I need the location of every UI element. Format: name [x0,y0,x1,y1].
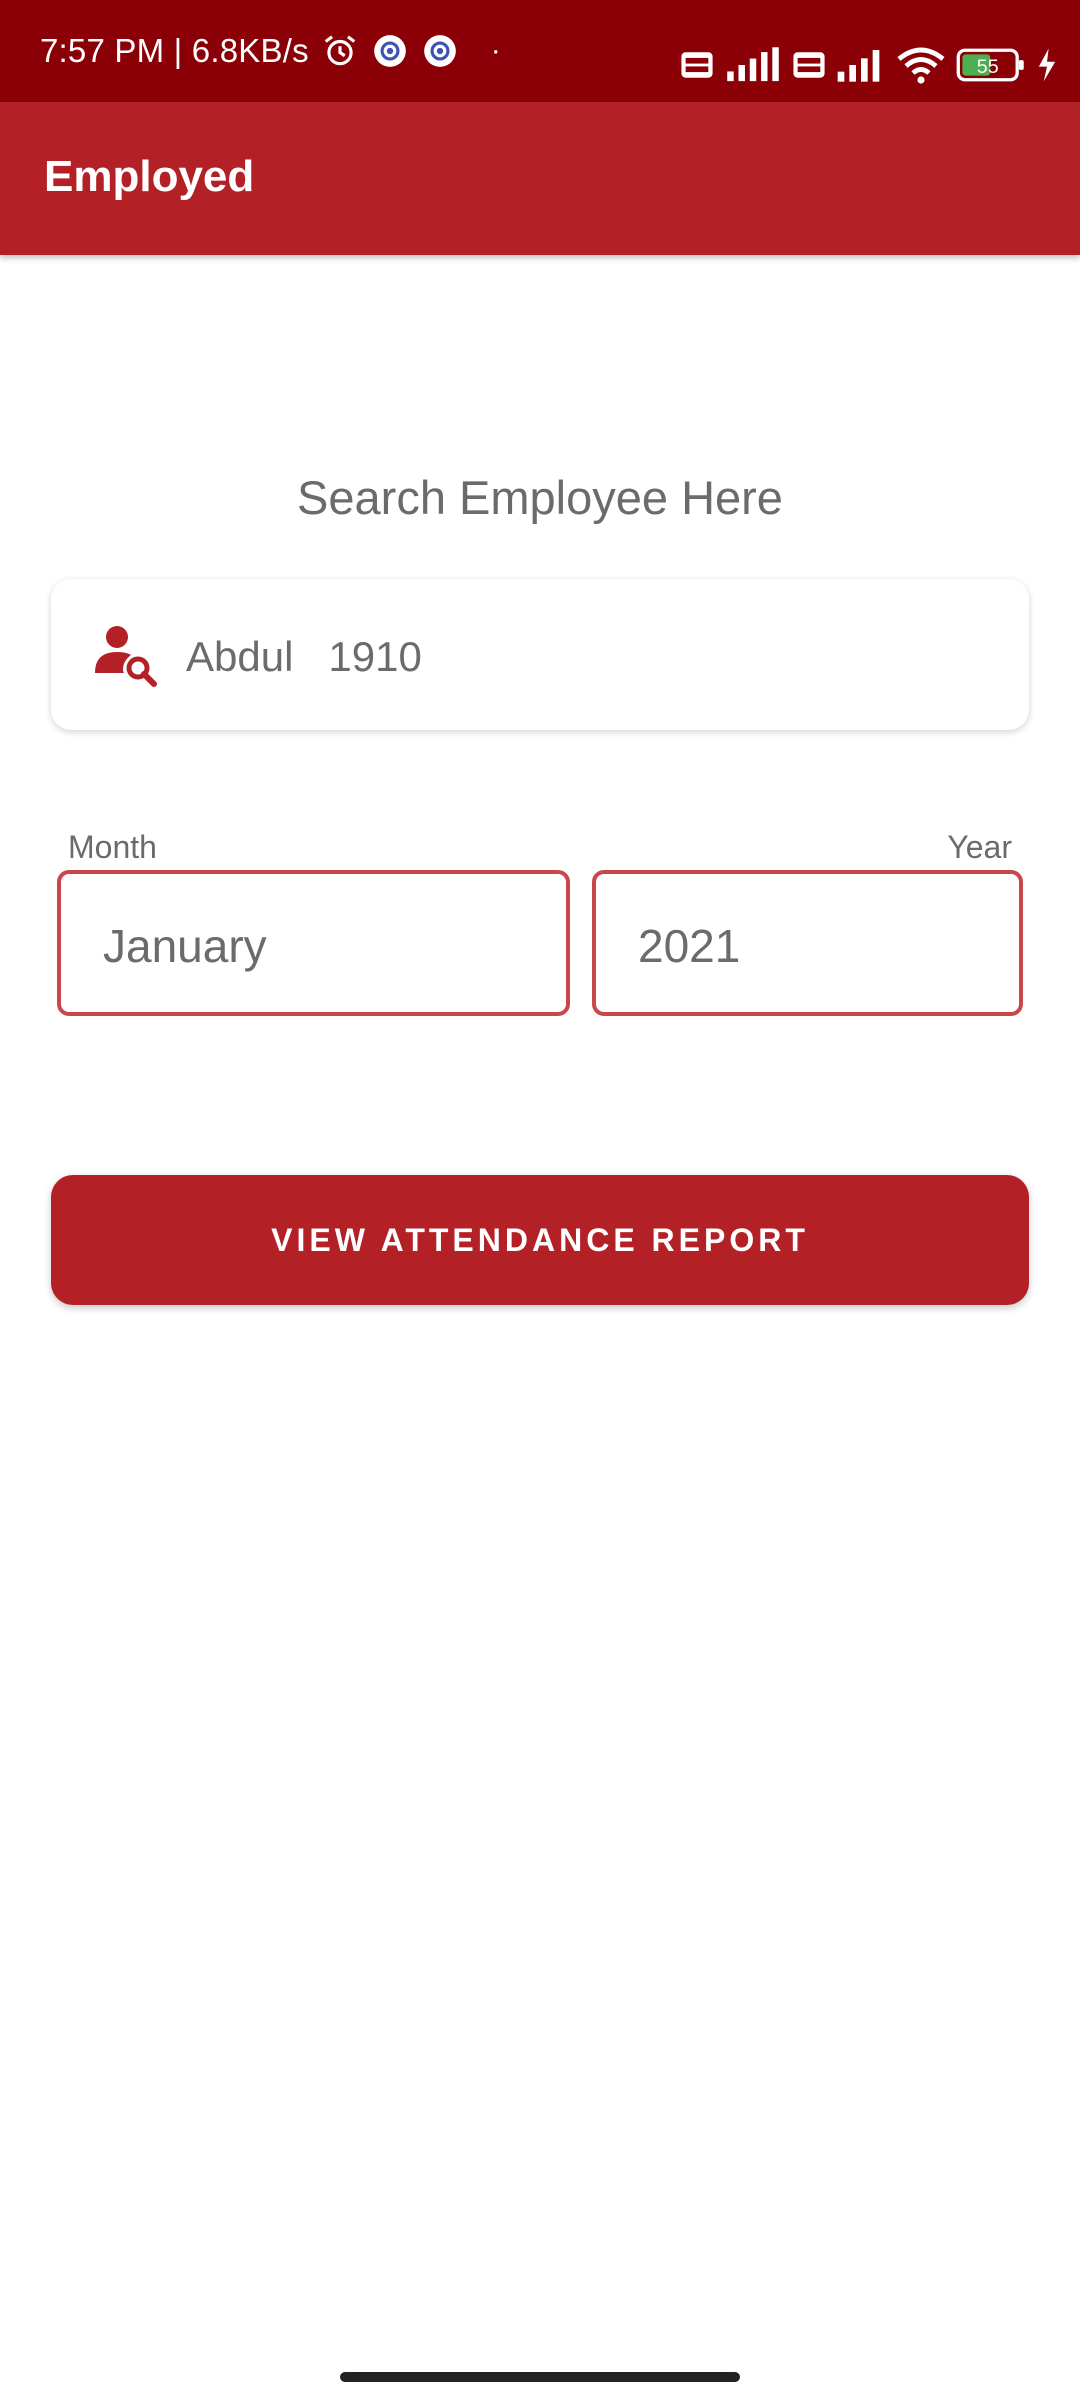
user-search-icon [93,623,159,689]
battery-level: 55 [977,56,999,78]
month-field[interactable] [57,870,570,1016]
volte-icon [681,52,713,78]
app-notification-icon [423,35,456,67]
month-input[interactable] [103,918,507,974]
month-label: Month [68,829,157,865]
status-left: 7:57 PM | 6.8KB/s · [40,0,501,115]
alarm-icon [324,35,355,66]
status-bar: 7:57 PM | 6.8KB/s · 55 [0,0,1080,102]
app-notification-icon [373,35,406,67]
employee-search-input[interactable] [186,629,966,685]
view-attendance-report-button[interactable]: VIEW ATTENDANCE REPORT [51,1175,1029,1305]
year-field[interactable] [592,870,1023,1016]
app-bar: Employed [0,102,1080,255]
status-right: 55 [680,40,1058,90]
4g-signal-icon [727,47,779,82]
battery-icon: 55 [956,48,1024,82]
status-time: 7:57 PM | 6.8KB/s [40,32,309,69]
employee-search-card[interactable] [51,579,1029,730]
home-indicator[interactable] [340,2372,740,2382]
volte-icon [793,52,825,78]
year-label: Year [947,829,1012,865]
page-title: Employed [44,152,255,201]
signal-icon [837,50,880,82]
status-dot: · [490,34,501,67]
year-input[interactable] [638,918,977,974]
charging-icon [1038,48,1056,82]
search-heading: Search Employee Here [297,471,783,524]
wifi-icon [897,47,945,84]
